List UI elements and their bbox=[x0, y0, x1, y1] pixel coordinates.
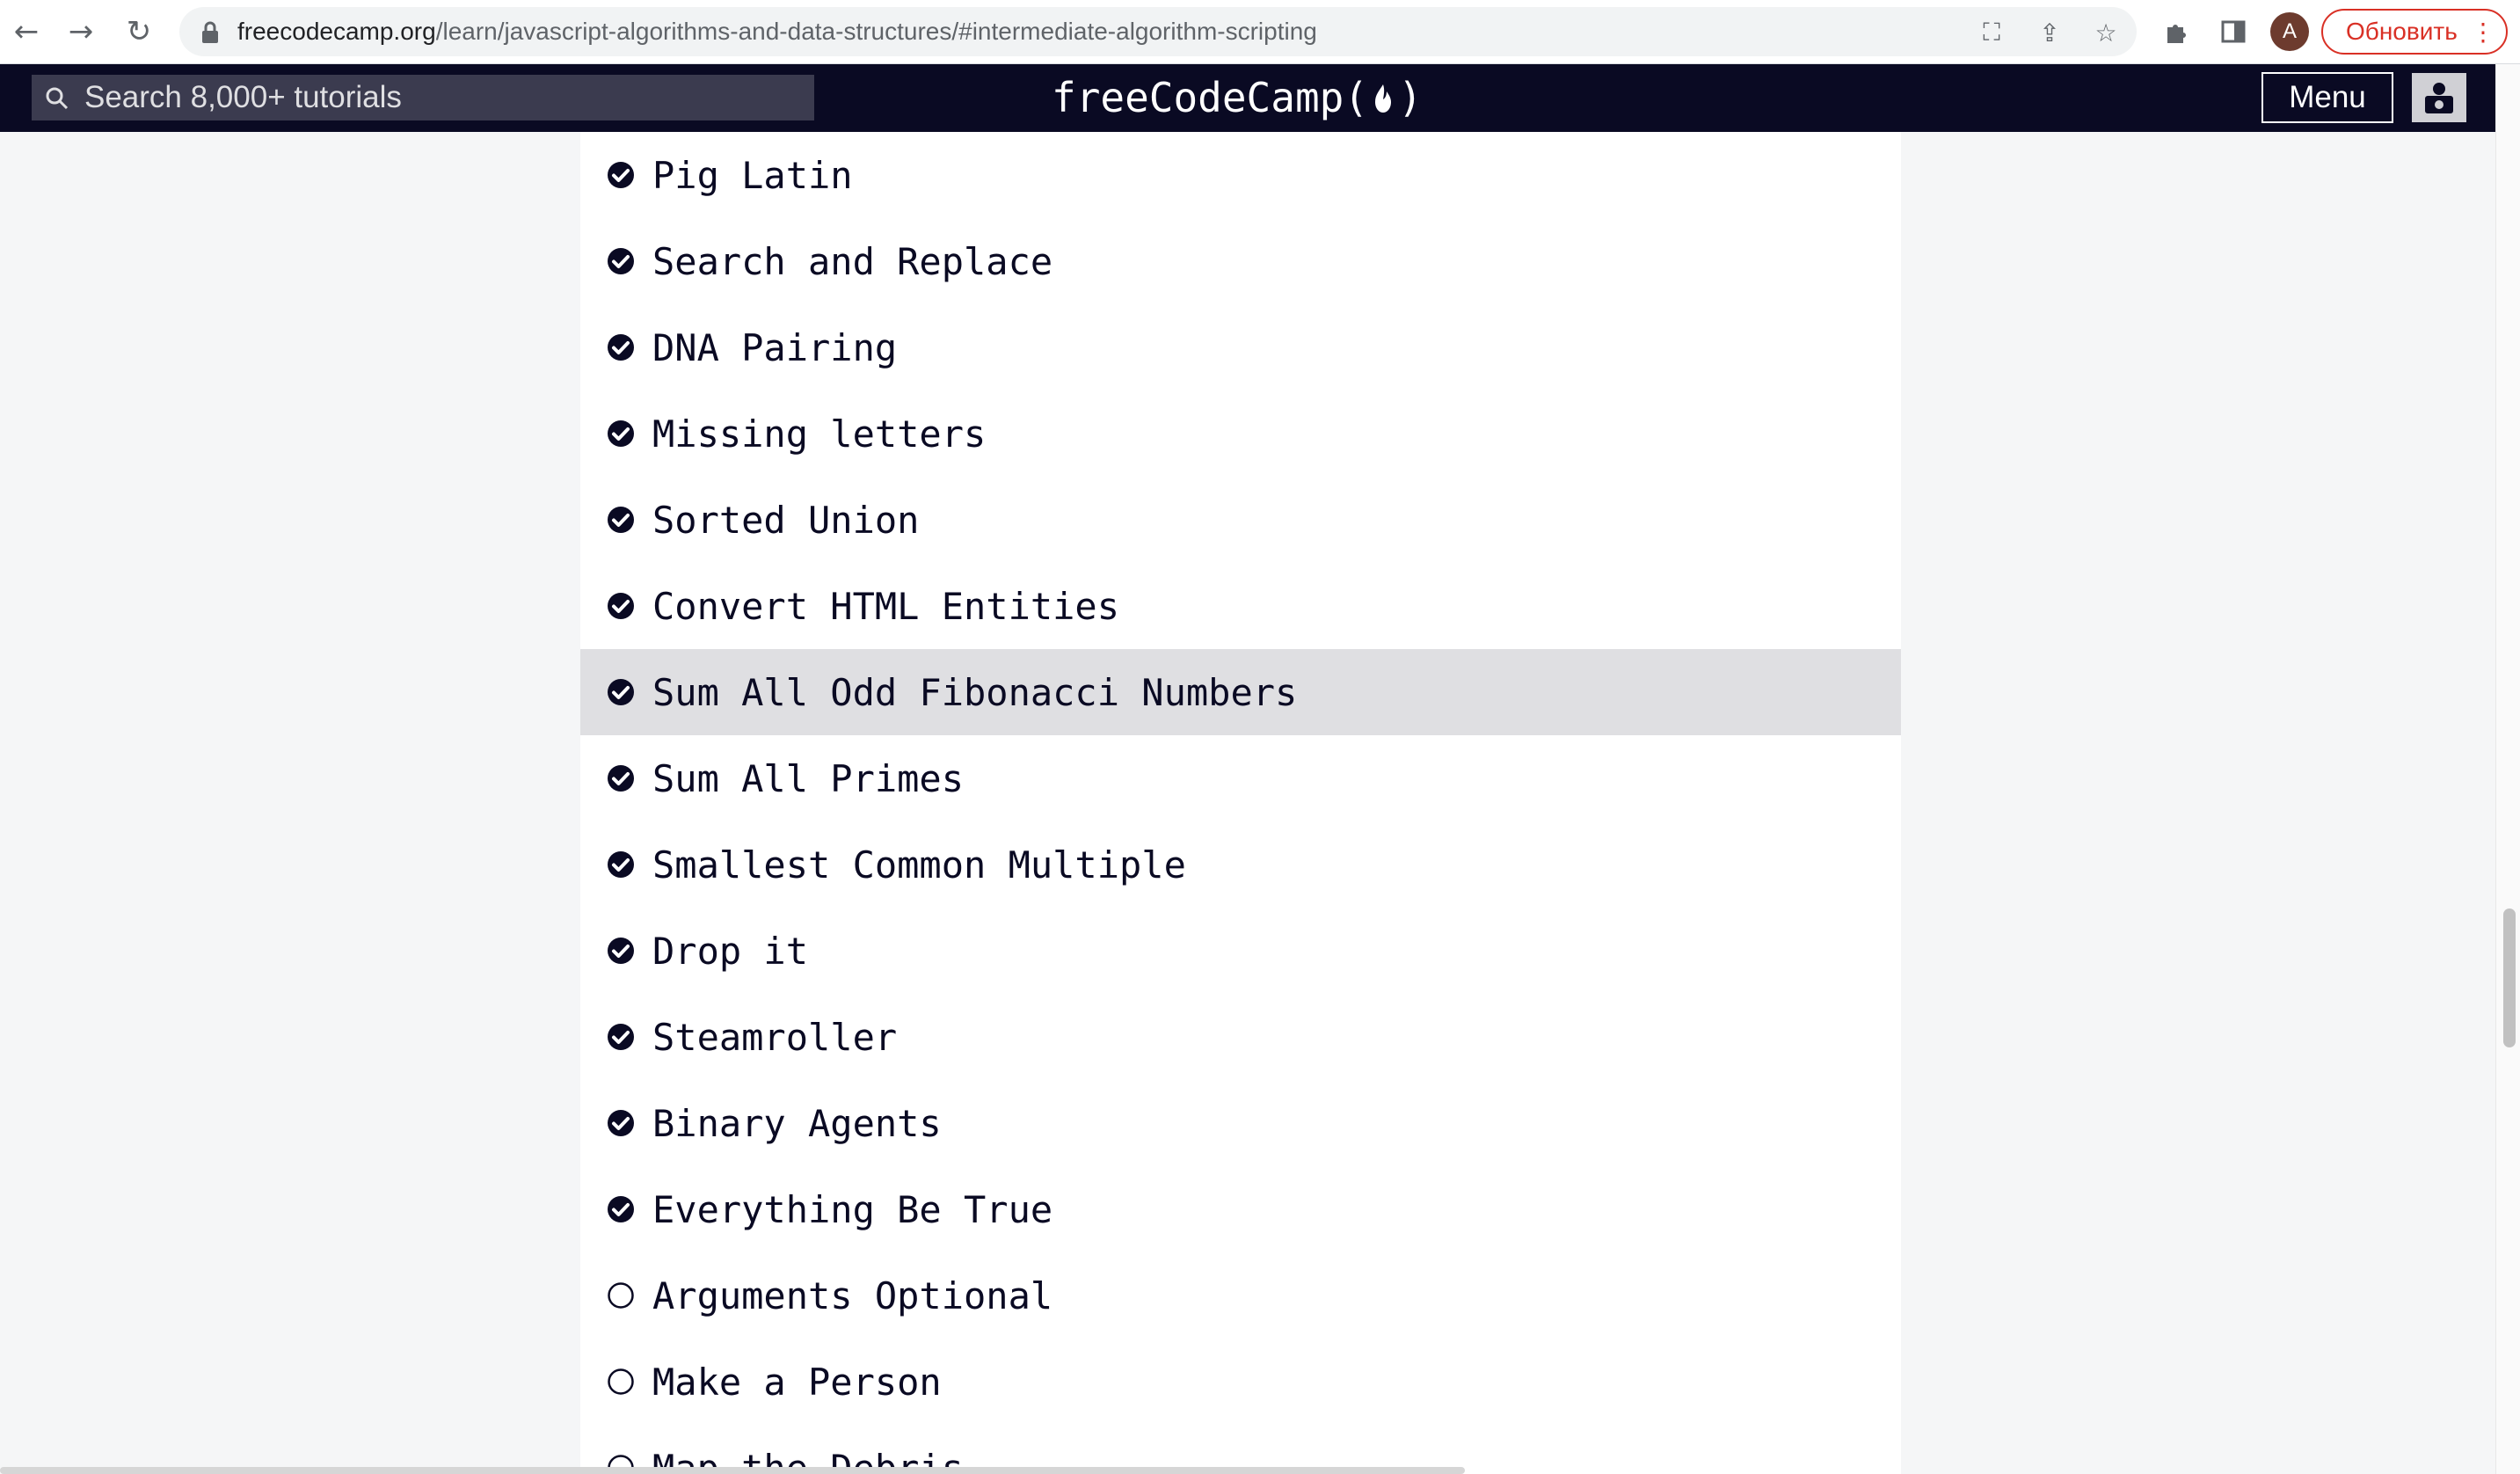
challenge-item[interactable]: Make a Person bbox=[580, 1339, 1901, 1425]
challenge-item[interactable]: Everything Be True bbox=[580, 1166, 1901, 1252]
reload-icon: ↻ bbox=[126, 14, 152, 49]
user-avatar-icon bbox=[2425, 83, 2453, 113]
horizontal-scrollbar[interactable] bbox=[0, 1467, 1465, 1474]
challenge-item[interactable]: DNA Pairing bbox=[580, 304, 1901, 390]
page-scrollbar[interactable] bbox=[2495, 64, 2520, 1474]
challenge-item[interactable]: Drop it bbox=[580, 908, 1901, 994]
flame-icon bbox=[1375, 84, 1392, 113]
star-icon[interactable]: ☆ bbox=[2091, 18, 2121, 47]
profile-avatar[interactable]: A bbox=[2270, 12, 2309, 51]
challenge-label: Sum All Odd Fibonacci Numbers bbox=[652, 670, 1298, 714]
update-button[interactable]: Обновить ⋮ bbox=[2321, 9, 2508, 55]
empty-circle-icon bbox=[608, 1368, 634, 1395]
challenge-item[interactable]: Steamroller bbox=[580, 994, 1901, 1080]
back-button[interactable]: ← bbox=[7, 12, 46, 51]
menu-button[interactable]: Menu bbox=[2261, 72, 2393, 123]
site-logo[interactable]: freeCodeCamp( ) bbox=[1052, 64, 1423, 132]
share-icon[interactable]: ⇪ bbox=[2035, 18, 2065, 47]
site-header: freeCodeCamp( ) Menu bbox=[0, 64, 2495, 132]
curriculum-block: Pig Latin Search and Replace DNA Pairing Mi… bbox=[580, 132, 1901, 1474]
page-scrollbar-thumb[interactable] bbox=[2503, 908, 2516, 1047]
challenge-label: Drop it bbox=[652, 929, 809, 973]
check-circle-icon bbox=[608, 1110, 634, 1136]
check-circle-icon bbox=[608, 248, 634, 274]
challenge-label: Everything Be True bbox=[652, 1187, 1053, 1231]
check-circle-icon bbox=[608, 851, 634, 878]
check-circle-icon bbox=[608, 679, 634, 705]
forward-button[interactable]: → bbox=[62, 12, 100, 51]
check-circle-icon bbox=[608, 1024, 634, 1050]
user-avatar[interactable] bbox=[2412, 73, 2466, 122]
challenge-label: Steamroller bbox=[652, 1015, 898, 1059]
kebab-menu-icon: ⋮ bbox=[2471, 18, 2495, 47]
url-path: /learn/javascript-algorithms-and-data-st… bbox=[435, 18, 1317, 45]
url-host: freecodecamp.org bbox=[237, 18, 436, 45]
check-circle-icon bbox=[608, 1196, 634, 1222]
check-circle-icon bbox=[608, 507, 634, 533]
arrow-left-icon: ← bbox=[13, 14, 40, 49]
check-circle-icon bbox=[608, 334, 634, 361]
url-text[interactable]: freecodecamp.org/learn/javascript-algori… bbox=[237, 7, 1317, 56]
challenge-label: DNA Pairing bbox=[652, 325, 898, 369]
lock-icon[interactable] bbox=[200, 21, 220, 44]
challenge-item[interactable]: Sum All Odd Fibonacci Numbers bbox=[580, 649, 1901, 735]
reload-button[interactable]: ↻ bbox=[120, 12, 158, 51]
challenge-label: Make a Person bbox=[652, 1360, 942, 1404]
arrow-right-icon: → bbox=[68, 14, 94, 49]
logo-text-left: freeCodeCamp( bbox=[1052, 74, 1369, 121]
challenge-label: Pig Latin bbox=[652, 153, 853, 197]
challenge-label: Arguments Optional bbox=[652, 1273, 1053, 1317]
search-bar[interactable] bbox=[32, 75, 814, 120]
challenge-item[interactable]: Search and Replace bbox=[580, 218, 1901, 304]
check-circle-icon bbox=[608, 938, 634, 964]
challenge-label: Sum All Primes bbox=[652, 756, 965, 800]
side-panel-icon[interactable] bbox=[2216, 14, 2251, 49]
challenge-label: Smallest Common Multiple bbox=[652, 843, 1186, 887]
challenge-item[interactable]: Binary Agents bbox=[580, 1080, 1901, 1166]
challenge-item[interactable]: Pig Latin bbox=[580, 132, 1901, 218]
challenge-item[interactable]: Sum All Primes bbox=[580, 735, 1901, 821]
challenge-label: Sorted Union bbox=[652, 498, 920, 542]
empty-circle-icon bbox=[608, 1282, 634, 1309]
check-circle-icon bbox=[608, 593, 634, 619]
challenge-list: Pig Latin Search and Replace DNA Pairing Mi… bbox=[580, 132, 1901, 1474]
search-input[interactable] bbox=[84, 75, 805, 120]
check-circle-icon bbox=[608, 765, 634, 792]
search-icon bbox=[46, 87, 69, 110]
puzzle-icon[interactable] bbox=[2159, 14, 2195, 49]
challenge-item[interactable]: Sorted Union bbox=[580, 477, 1901, 563]
challenge-item[interactable]: Missing letters bbox=[580, 390, 1901, 477]
challenge-item[interactable]: Convert HTML Entities bbox=[580, 563, 1901, 649]
challenge-label: Binary Agents bbox=[652, 1101, 942, 1145]
challenge-item[interactable]: Smallest Common Multiple bbox=[580, 821, 1901, 908]
address-bar[interactable]: freecodecamp.org/learn/javascript-algori… bbox=[179, 7, 2137, 56]
challenge-item[interactable]: Arguments Optional bbox=[580, 1252, 1901, 1339]
logo-text-right: ) bbox=[1398, 74, 1423, 121]
update-button-label: Обновить bbox=[2346, 18, 2458, 45]
challenge-label: Search and Replace bbox=[652, 239, 1053, 283]
check-circle-icon bbox=[608, 162, 634, 188]
challenge-label: Missing letters bbox=[652, 412, 987, 456]
translate-icon[interactable]: ⛶ bbox=[1977, 18, 2007, 47]
challenge-label: Convert HTML Entities bbox=[652, 584, 1120, 628]
check-circle-icon bbox=[608, 420, 634, 447]
browser-toolbar: ← → ↻ freecodecamp.org/learn/javascript-… bbox=[0, 0, 2520, 64]
